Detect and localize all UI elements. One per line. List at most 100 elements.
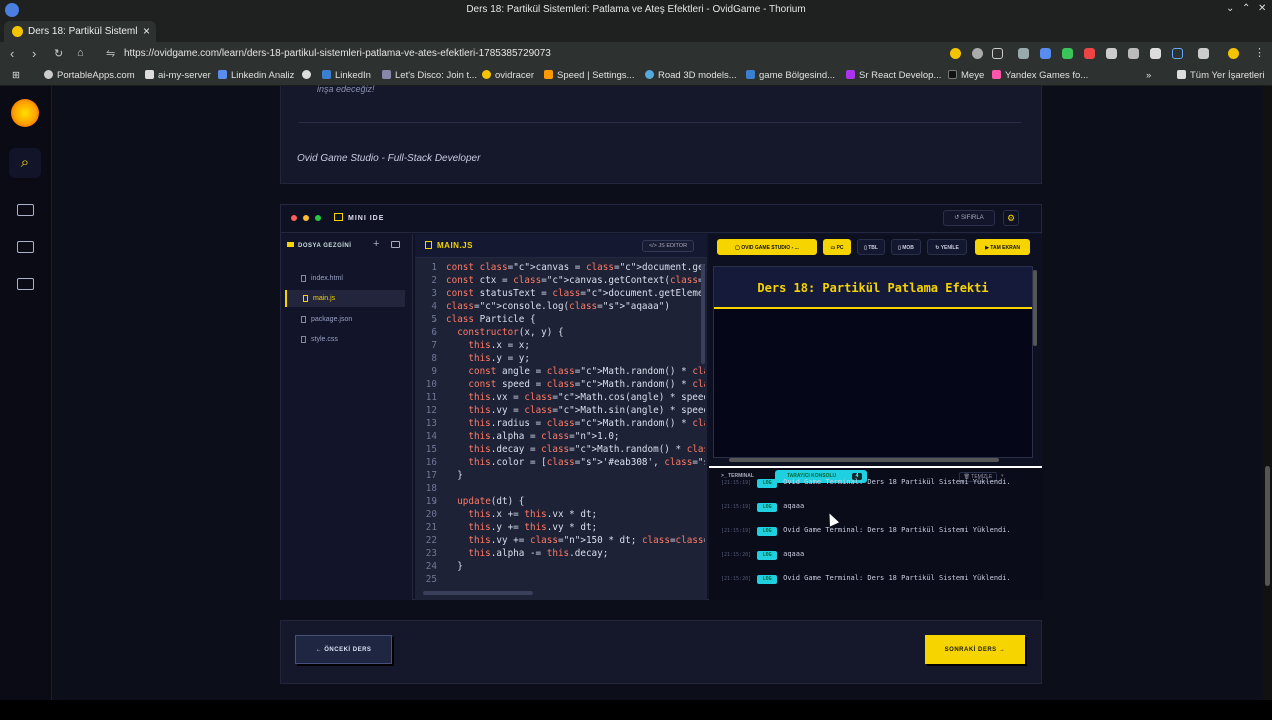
bookmark-item[interactable]: Speed | Settings... (544, 70, 634, 81)
divider (299, 122, 1021, 123)
site-info-icon[interactable]: ⇋ (106, 45, 115, 63)
browser-toolbar: ‹ › ↻ ⌂ ⇋ https://ovidgame.com/learn/der… (0, 42, 1272, 66)
preview-horizontal-scrollbar[interactable] (729, 458, 999, 462)
folder-icon[interactable] (17, 278, 34, 290)
editor-badge: </> JS EDITOR (642, 240, 694, 252)
preview-viewport[interactable]: Ders 18: Partikül Patlama Efekti (713, 266, 1033, 458)
bookmark-item[interactable]: ovidracer (482, 70, 534, 81)
address-bar[interactable]: ⇋ https://ovidgame.com/learn/ders-18-par… (100, 45, 940, 63)
folder-icon[interactable] (17, 204, 34, 216)
code-line: const speed = class="c">Math.random() * … (468, 379, 705, 390)
file-item[interactable]: index.html (285, 270, 405, 287)
apps-icon[interactable]: ⊞ (12, 70, 20, 81)
download-icon[interactable] (1062, 48, 1073, 59)
file-item[interactable]: package.json (285, 311, 405, 328)
extension-play-icon[interactable] (1128, 48, 1139, 59)
bookmark-item[interactable]: LinkedIn (322, 70, 371, 81)
file-item[interactable]: style.css (285, 331, 405, 348)
fold-chevron-icon[interactable]: ⌄ (433, 328, 437, 336)
labs-icon[interactable] (1198, 48, 1209, 59)
bookmark-item[interactable]: Sr React Develop... (846, 70, 941, 81)
close-window-icon[interactable]: ✕ (1258, 3, 1266, 14)
code-editor[interactable]: MAIN.JS </> JS EDITOR 1 const class="c">c… (415, 234, 707, 600)
extension-record-icon[interactable] (1150, 48, 1161, 59)
settings-gear-icon[interactable]: ⚙ (1003, 210, 1019, 226)
add-folder-icon[interactable] (391, 241, 400, 248)
fold-chevron-icon[interactable]: ⌄ (433, 315, 437, 323)
fold-chevron-icon[interactable]: ⌄ (433, 497, 437, 505)
maximize-icon[interactable]: ⌃ (1242, 3, 1250, 14)
code-line: } (446, 561, 463, 572)
studio-button[interactable]: ▢ OVID GAME STUDIO - ... (717, 239, 817, 255)
bookmarks-overflow-icon[interactable]: » (1146, 70, 1151, 81)
file-explorer: DOSYA GEZGİNİ + index.html main.js packa… (281, 234, 413, 600)
extension-gear-icon[interactable] (1106, 48, 1117, 59)
fullscreen-button[interactable]: ▶ TAM EKRAN (975, 239, 1030, 255)
shield-icon[interactable] (1018, 48, 1029, 59)
terminal-icon (334, 213, 343, 221)
page-scrollbar-thumb[interactable] (1265, 466, 1270, 586)
bookmark-item[interactable]: ai-my-server (145, 70, 211, 81)
log-timestamp: [21:15:20] (721, 552, 752, 558)
log-level-badge: LOG (757, 575, 778, 584)
home-icon[interactable]: ⌂ (77, 47, 84, 59)
code-line: class Particle { (446, 314, 536, 325)
editor-vertical-scrollbar[interactable] (701, 264, 705, 364)
file-item-active[interactable]: main.js (285, 290, 405, 307)
reload-icon[interactable]: ↻ (54, 47, 63, 60)
tab-strip: Ders 18: Partikül Sistemleri × + (0, 20, 1272, 58)
share-icon[interactable] (972, 48, 983, 59)
bookmark-item[interactable]: Yandex Games fo... (992, 70, 1088, 81)
folder-icon[interactable] (17, 241, 34, 253)
extensions-puzzle-icon[interactable] (1172, 48, 1183, 59)
bookmark-icon[interactable] (992, 48, 1003, 59)
ide-header: MINI IDE ↺ SIFIRLA ⚙ (281, 205, 1041, 233)
bookmark-item[interactable]: game Bölgesind... (746, 70, 835, 81)
device-mobile-button[interactable]: ▯ MOB (891, 239, 921, 255)
lesson-article-card: inşa edeceğiz! Ovid Game Studio - Full-S… (280, 84, 1042, 184)
refresh-button[interactable]: ↻ YENİLE (927, 239, 967, 255)
add-file-icon[interactable]: + (373, 238, 379, 250)
close-tab-icon[interactable]: × (143, 24, 150, 38)
page-scrollbar[interactable] (1263, 86, 1272, 700)
extension-icon[interactable] (950, 48, 961, 59)
reset-button[interactable]: ↺ SIFIRLA (943, 210, 995, 226)
line-number: 7 (431, 340, 437, 351)
device-tablet-button[interactable]: ▯ TBL (857, 239, 885, 255)
console-log-row: [21:15:19] LOG Ovid Game Terminal: Ders 18… (721, 526, 1011, 536)
back-icon[interactable]: ‹ (10, 46, 14, 61)
device-pc-button[interactable]: ▭ PC (823, 239, 851, 255)
article-trailing-text: inşa edeceğiz! (317, 84, 375, 94)
bookmark-item[interactable]: Let's Disco: Join t... (382, 70, 477, 81)
profile-avatar-icon[interactable] (1228, 48, 1239, 59)
ovidgame-logo[interactable] (11, 99, 39, 127)
file-name: index.html (311, 275, 343, 282)
bookmark-item[interactable]: Linkedin Analiz (218, 70, 294, 81)
window-dot-yellow-icon (303, 215, 309, 221)
explorer-title-text: DOSYA GEZGİNİ (298, 243, 352, 249)
extension-red-icon[interactable] (1084, 48, 1095, 59)
search-icon[interactable]: ⌕ (9, 148, 41, 178)
editor-header: MAIN.JS </> JS EDITOR (415, 234, 707, 258)
forward-icon[interactable]: › (32, 46, 36, 61)
code-area[interactable]: 1 const class="c">canvas = class="c">docu… (415, 262, 705, 588)
editor-tab[interactable]: MAIN.JS (425, 241, 473, 250)
browser-tab[interactable]: Ders 18: Partikül Sistemleri × (4, 21, 156, 42)
menu-icon[interactable]: ⋮ (1254, 46, 1265, 59)
log-level-badge: LOG (757, 479, 778, 488)
next-lesson-button[interactable]: SONRAKİ DERS → (925, 635, 1025, 664)
line-number: 8 (431, 353, 437, 364)
line-number: 13 (425, 418, 437, 429)
bookmark-label: Yandex Games fo... (1005, 70, 1089, 81)
bookmark-item[interactable] (302, 70, 315, 81)
translate-icon[interactable] (1040, 48, 1051, 59)
bookmark-item[interactable]: Road 3D models... (645, 70, 737, 81)
bookmark-item[interactable]: Meye (948, 70, 984, 81)
minimize-icon[interactable]: ⌄ (1226, 3, 1234, 14)
editor-horizontal-scrollbar[interactable] (423, 591, 533, 595)
lesson-navigation: ← ÖNCEKİ DERS SONRAKİ DERS → (280, 620, 1042, 684)
preview-vertical-scrollbar[interactable] (1033, 270, 1037, 346)
previous-lesson-button[interactable]: ← ÖNCEKİ DERS (295, 635, 392, 664)
bookmark-item[interactable]: PortableApps.com (44, 70, 135, 81)
all-bookmarks-folder[interactable]: Tüm Yer İşaretleri (1177, 70, 1264, 81)
